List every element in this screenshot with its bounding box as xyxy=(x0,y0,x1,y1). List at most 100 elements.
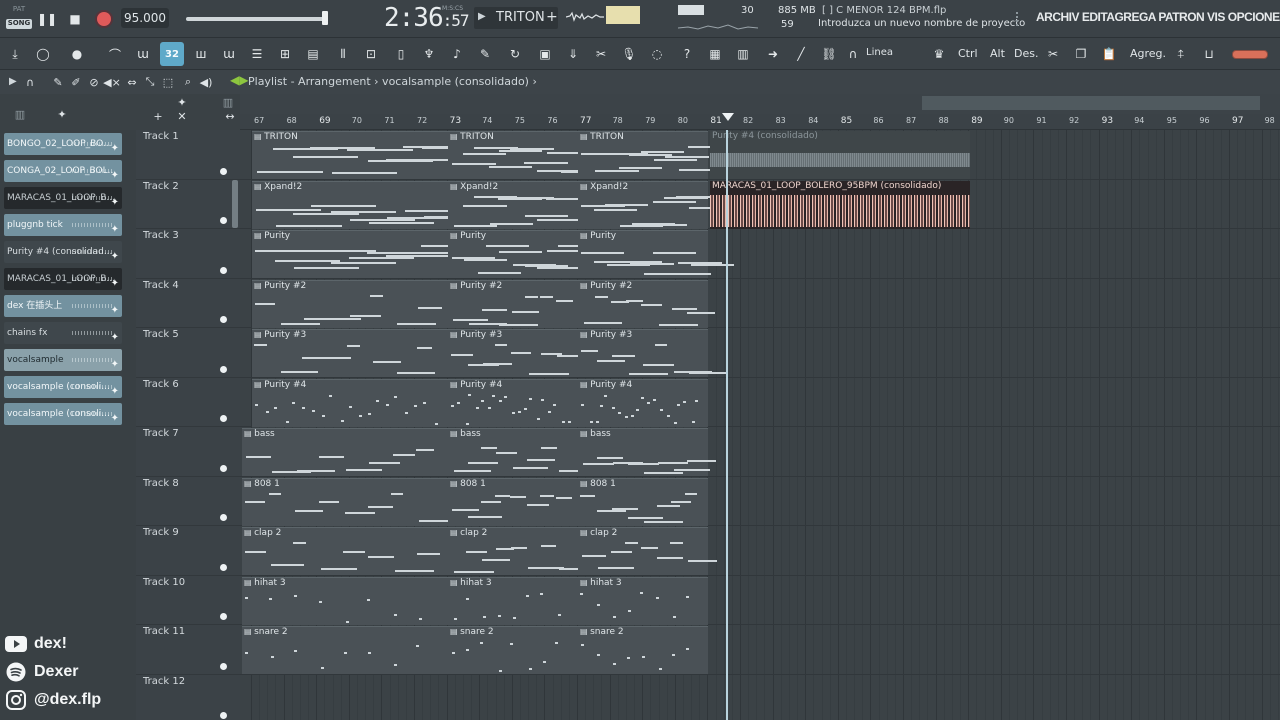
snap-selector[interactable]: Linea xyxy=(866,47,893,58)
pattern-clip[interactable]: 808 1 xyxy=(242,477,458,526)
typing-keyboard-icon[interactable]: ⌒ xyxy=(104,42,126,66)
menu-arrow-icon[interactable]: ▶ xyxy=(9,76,17,87)
fader-icon[interactable]: ⍏ xyxy=(1170,42,1192,66)
arrangement-wave-icon[interactable]: ✦ xyxy=(174,94,190,110)
draw-pencil-icon[interactable]: ✎ xyxy=(50,74,66,90)
pattern-clip[interactable]: Purity #2 xyxy=(448,279,578,328)
playlist-grid[interactable]: TRITON TRITON TRITON Xpand!2 Xpand!2 Xpand!2 P… xyxy=(240,130,1280,720)
pause-button[interactable]: ❚❚ xyxy=(36,8,58,30)
pattern-clip[interactable]: snare 2 xyxy=(242,626,448,674)
remove-icon[interactable]: ✕ xyxy=(174,108,190,124)
pattern-clip[interactable]: bass xyxy=(448,428,597,476)
track-header[interactable]: Track 12 xyxy=(136,675,240,720)
delete-tool-icon[interactable]: ⊘ xyxy=(86,74,102,90)
pattern-clip[interactable]: Xpand!2 xyxy=(252,180,490,229)
track-active-dot[interactable] xyxy=(220,316,227,323)
pattern-clip[interactable]: Purity #2 xyxy=(578,279,716,328)
track-header[interactable]: Track 11 xyxy=(136,625,240,675)
pattern-clip[interactable]: 808 1 xyxy=(448,477,578,526)
overview-window[interactable] xyxy=(922,96,1260,110)
pattern-clip[interactable]: clap 2 xyxy=(448,527,596,575)
link-icon[interactable]: ⛓ xyxy=(818,42,840,66)
picker-clip[interactable]: pluggnb tick ✦ xyxy=(4,214,122,236)
track-active-dot[interactable] xyxy=(220,217,227,224)
plugin-plug-icon[interactable]: ♆ xyxy=(418,42,440,66)
track-active-dot[interactable] xyxy=(220,365,227,373)
disk-icon[interactable]: ▣ xyxy=(534,42,556,66)
track-header[interactable]: Track 5 xyxy=(136,328,240,378)
picker-clip[interactable]: MARACAS_01_LOOP_B... ✦ xyxy=(4,268,122,290)
undo-label[interactable]: Des. xyxy=(1014,47,1038,60)
blend-notes-icon[interactable]: ш xyxy=(190,42,212,66)
track-header[interactable]: Track 7 xyxy=(136,427,240,477)
pattern-selector[interactable]: ▶ TRITON + xyxy=(474,7,558,29)
track-header[interactable]: Track 4 xyxy=(136,279,240,328)
add-track-icon[interactable]: + xyxy=(150,108,166,124)
pattern-clip[interactable]: clap 2 xyxy=(242,527,448,575)
pattern-clip[interactable]: Purity xyxy=(448,230,602,278)
chat-icon[interactable]: ◌ xyxy=(646,42,668,66)
paint-brush-icon[interactable]: ✐ xyxy=(68,74,84,90)
track-header[interactable]: Track 6 xyxy=(136,378,240,427)
picker-clip[interactable]: vocalsample (consoli... ✦ xyxy=(4,403,122,425)
add-label[interactable]: Agreg. xyxy=(1130,47,1166,60)
playhead-line[interactable] xyxy=(726,130,728,720)
dark-knob-icon[interactable]: ● xyxy=(66,42,88,66)
track-active-dot[interactable] xyxy=(220,464,227,472)
playlist-icon[interactable]: ▤ xyxy=(302,42,324,66)
pattern-clip[interactable]: Purity #3 xyxy=(578,329,728,377)
pattern-clip[interactable]: Xpand!2 xyxy=(448,180,605,229)
pattern-clip[interactable]: Purity #4 xyxy=(578,378,708,427)
track-active-dot[interactable] xyxy=(220,563,227,571)
main-pitch-slider[interactable] xyxy=(1232,50,1268,59)
pattern-clip[interactable]: TRITON xyxy=(448,131,605,179)
record-button[interactable] xyxy=(93,8,115,30)
picker-clip[interactable]: Purity #4 (consolidad... ✦ xyxy=(4,241,122,263)
pattern-clip[interactable]: hihat 3 xyxy=(578,576,708,625)
browser-icon[interactable]: ☰ xyxy=(246,42,268,66)
pattern-clip[interactable]: Purity xyxy=(252,230,487,278)
scissors-icon[interactable]: ✂ xyxy=(1042,42,1064,66)
track-active-dot[interactable] xyxy=(220,662,227,670)
mute-tool-icon[interactable]: ◀× xyxy=(103,74,121,90)
pattern-clip[interactable]: Purity #4 xyxy=(448,378,578,427)
arrow-right-icon[interactable]: ➜ xyxy=(762,42,784,66)
mixer-icon[interactable]: ⫴ xyxy=(332,42,354,66)
pattern-clip[interactable]: Purity #3 xyxy=(448,329,580,377)
pattern-clip[interactable]: Purity #4 xyxy=(252,378,448,427)
stop-button[interactable]: ■ xyxy=(64,8,86,30)
main-menu[interactable]: ARCHIV EDITAGREGA PATRON VIS OPCIONE HER… xyxy=(1036,10,1280,24)
track-active-dot[interactable] xyxy=(220,415,227,422)
pattern-clip[interactable]: Xpand!2 xyxy=(578,180,733,229)
save-download-icon[interactable]: ⤓ xyxy=(4,42,26,66)
pattern-clip[interactable]: hihat 3 xyxy=(448,576,578,625)
stamp-icon[interactable]: ♛ xyxy=(928,42,950,66)
magnet-icon[interactable]: ∩ xyxy=(846,42,860,66)
track-header[interactable]: Track 9 xyxy=(136,526,240,576)
picker-clip[interactable]: vocalsample (consoli... ✦ xyxy=(4,376,122,398)
track-active-dot[interactable] xyxy=(220,514,227,521)
track-active-dot[interactable] xyxy=(220,712,227,719)
magnet-snap-icon[interactable]: ∩ xyxy=(22,74,38,90)
window-icon[interactable]: ▦ xyxy=(704,42,726,66)
timeline-ruler[interactable]: 67 68 69 70 71 72 73 74 75 76 77 78 79 80 81 82 83 84 85 86… xyxy=(240,114,1280,130)
picker-clip[interactable]: dex 在插头上 ✦ xyxy=(4,295,122,317)
picker-clip[interactable]: vocalsample ✦ xyxy=(4,349,122,371)
channel-rack-icon[interactable]: ⊞ xyxy=(274,42,296,66)
track-active-dot[interactable] xyxy=(220,266,227,274)
picker-clip[interactable]: MARACAS_01_LOOP_B... ✦ xyxy=(4,187,122,209)
countdown-icon[interactable]: 32 xyxy=(160,42,184,66)
track-header[interactable]: Track 2 xyxy=(136,180,240,229)
tempo-display[interactable]: 95.000 xyxy=(121,8,169,28)
tempo-tapper-icon[interactable]: ♪ xyxy=(446,42,468,66)
picker-clip[interactable]: CONGA_02_LOOP_BOL... ✦ xyxy=(4,160,122,182)
playlist-overview[interactable] xyxy=(240,94,1280,114)
pattern-clip[interactable]: 808 1 xyxy=(578,477,708,526)
pattern-clip[interactable]: bass xyxy=(578,428,716,476)
shop-icon[interactable]: ⊔ xyxy=(1198,42,1220,66)
playback-tool-icon[interactable]: ◀) xyxy=(198,74,214,90)
metronome-knob-icon[interactable]: ◯ xyxy=(32,42,54,66)
track-active-dot[interactable] xyxy=(220,613,227,620)
expand-icon[interactable]: ↔ xyxy=(222,108,238,124)
help-icon[interactable]: ? xyxy=(676,42,698,66)
